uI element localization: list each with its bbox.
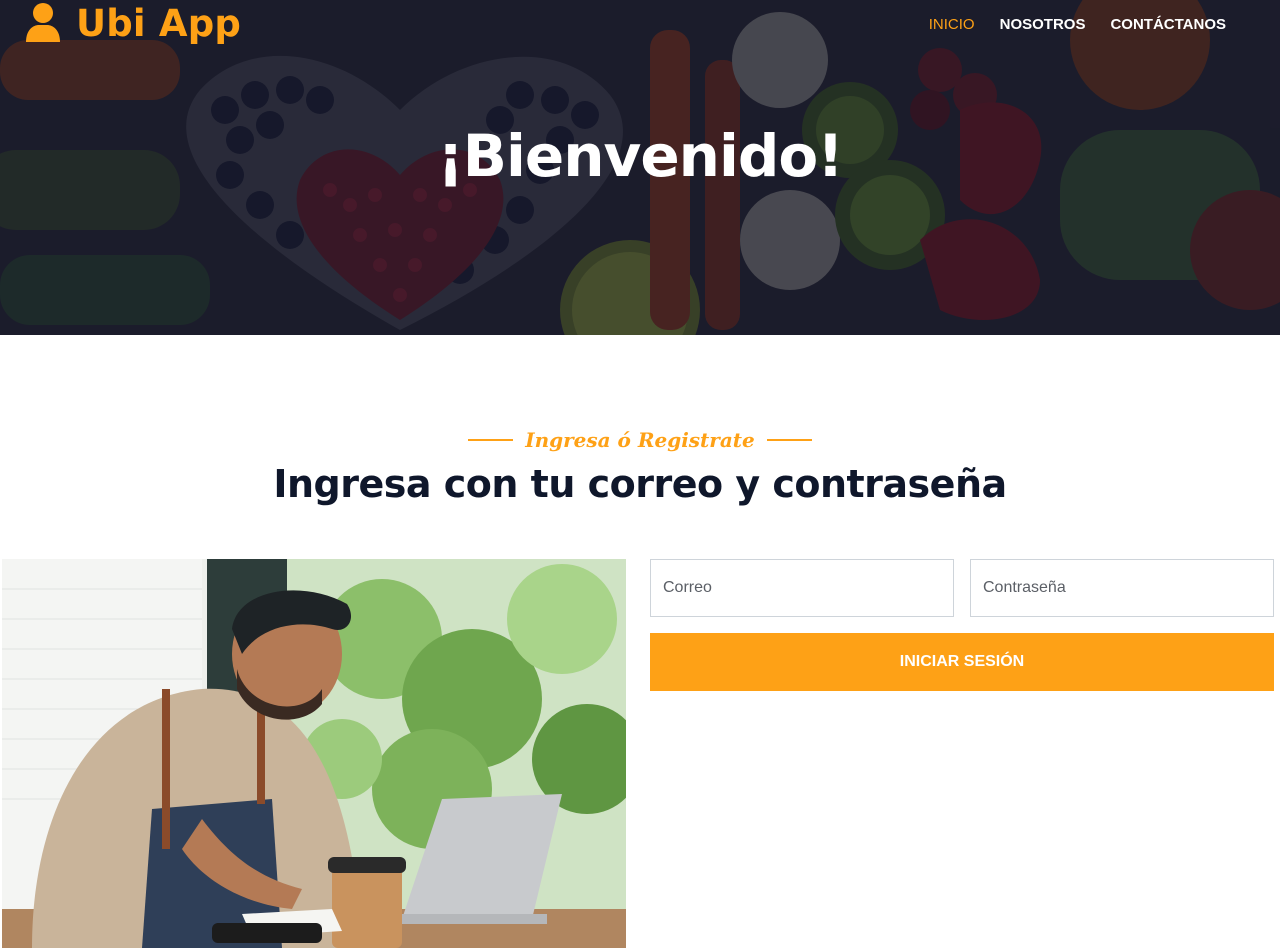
nav-item-contactanos[interactable]: CONTÁCTANOS [1110, 16, 1226, 33]
hero-title: ¡Bienvenido! [437, 122, 843, 190]
eyebrow-text: Ingresa ó Registrate [525, 428, 755, 452]
brand-logo[interactable]: Ubi App [24, 0, 241, 46]
password-input[interactable] [970, 559, 1274, 617]
eyebrow-line-left [468, 439, 514, 441]
top-navbar: Ubi App INICIO NOSOTROS CONTÁCTANOS [0, 0, 1280, 48]
nav-item-inicio[interactable]: INICIO [929, 16, 975, 33]
brand-name: Ubi App [76, 1, 242, 45]
user-icon [26, 3, 60, 42]
hero-banner: Ubi App INICIO NOSOTROS CONTÁCTANOS ¡Bie… [0, 0, 1280, 335]
nav-item-nosotros[interactable]: NOSOTROS [1000, 16, 1086, 33]
section-title: Ingresa con tu correo y contraseña [273, 462, 1007, 506]
login-photo [2, 559, 626, 948]
nav-menu: INICIO NOSOTROS CONTÁCTANOS [929, 0, 1226, 48]
email-input[interactable] [650, 559, 954, 617]
section-eyebrow: Ingresa ó Registrate [0, 428, 1280, 452]
man-with-laptop-image [2, 559, 626, 948]
login-button[interactable]: INICIAR SESIÓN [650, 633, 1274, 691]
eyebrow-line-right [766, 439, 812, 441]
